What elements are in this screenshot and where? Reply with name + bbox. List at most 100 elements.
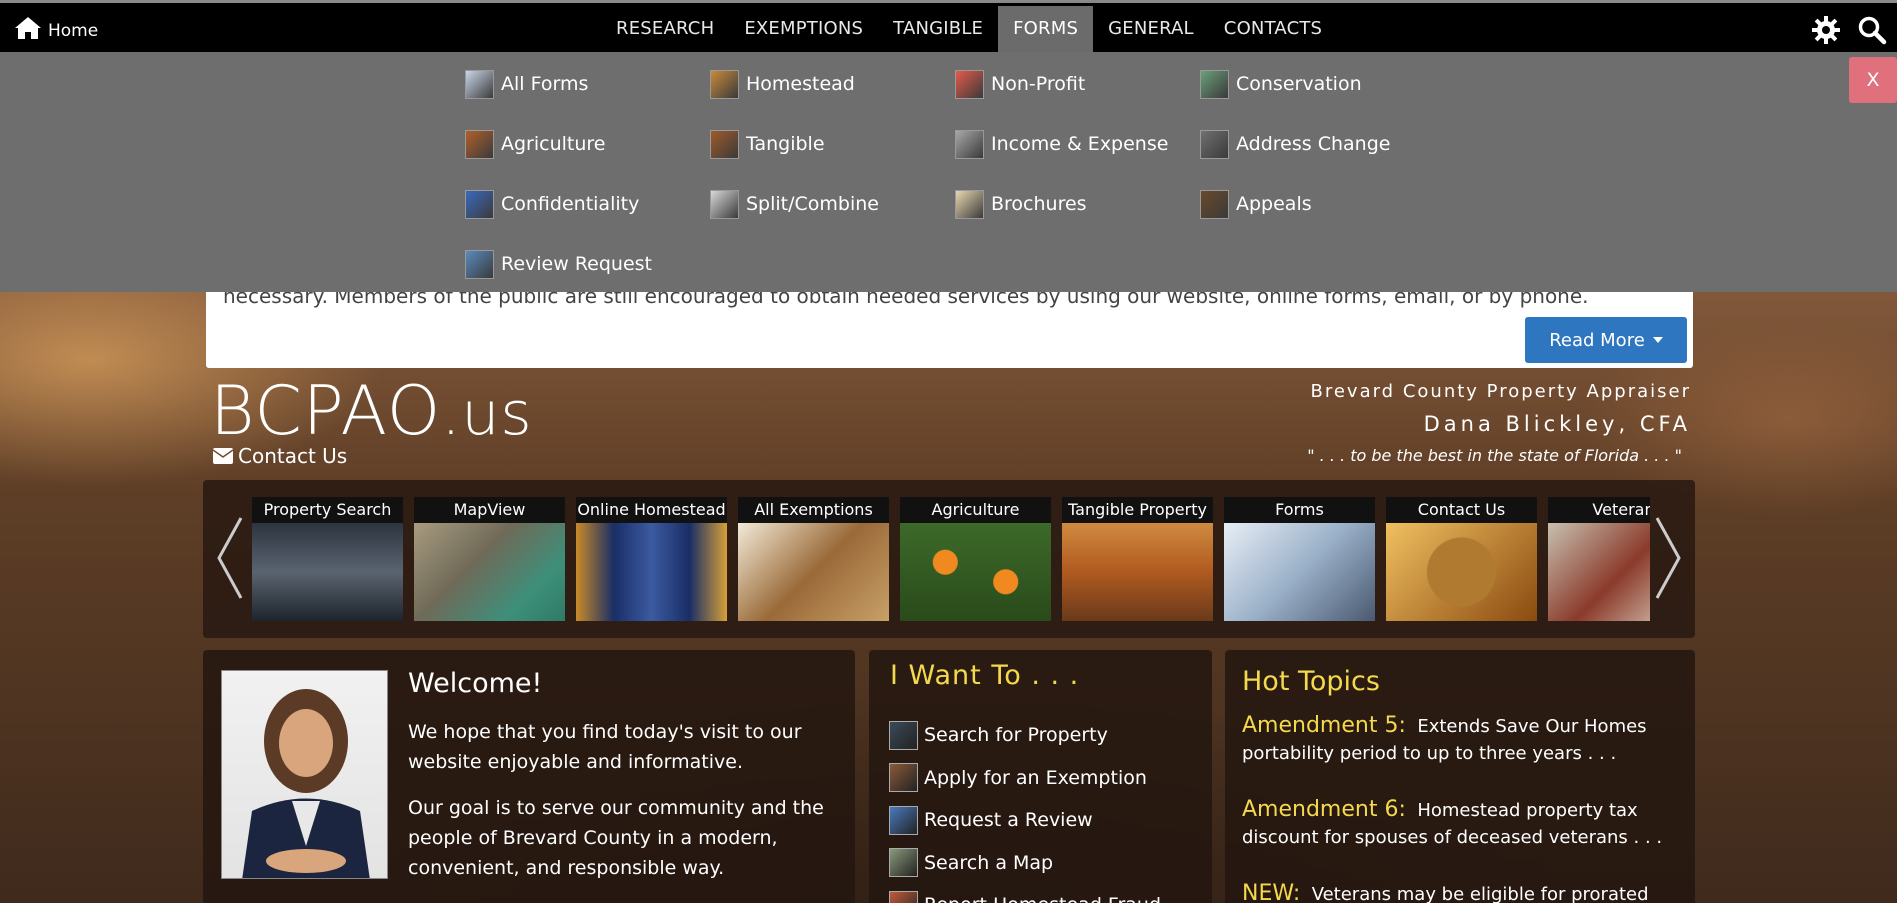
forms-menu-label: Address Change [1236,133,1391,155]
carousel-tile[interactable]: Contact Us [1386,497,1537,621]
forms-menu-label: Conservation [1236,73,1362,95]
carousel-tile-label: All Exemptions [738,497,889,523]
i-want-to-link[interactable]: Request a Review [889,799,1161,842]
all-forms-icon [465,69,494,99]
appeals-icon [1200,189,1229,219]
i-want-to-heading: I Want To . . . [890,660,1080,691]
carousel-tile[interactable]: Agriculture [900,497,1051,621]
link-thumbnail-icon [889,848,918,878]
i-want-to-label: Report Homestead Fraud [924,894,1161,903]
forms-menu-label: Agriculture [501,133,606,155]
carousel-tile[interactable]: Property Search [252,497,403,621]
income-expense-icon [955,129,984,159]
site-logo[interactable]: BCPAO.us [210,372,533,451]
forms-menu-item[interactable]: Brochures [955,186,1200,222]
carousel-next-button[interactable] [1649,508,1689,608]
i-want-to-link[interactable]: Report Homestead Fraud [889,884,1161,903]
read-more-button[interactable]: Read More [1525,317,1687,363]
caret-down-icon [1652,337,1663,343]
forms-menu-item[interactable]: Conservation [1200,66,1445,102]
carousel-tile-label: Contact Us [1386,497,1537,523]
hot-topic-item: Amendment 6: Homestead property tax disc… [1242,796,1682,851]
chevron-right-icon [1655,517,1681,599]
hot-topic-link[interactable]: NEW: [1242,881,1300,903]
forms-menu-item[interactable]: Confidentiality [465,186,710,222]
forms-menu-item[interactable]: Homestead [710,66,955,102]
forms-menu-item[interactable]: Split/Combine [710,186,955,222]
contact-us-link[interactable]: Contact Us [213,444,347,468]
forms-menu-label: Review Request [501,253,653,275]
forms-menu-item[interactable]: Tangible [710,126,955,162]
forms-menu-item[interactable]: Non-Profit [955,66,1200,102]
forms-menu-label: Non-Profit [991,73,1086,95]
forms-menu-grid: All Forms Homestead Non-Profit Conservation… [465,66,1445,306]
nav-forms[interactable]: FORMS [998,6,1094,52]
carousel-tile-label: Forms [1224,497,1375,523]
hot-topics-panel: Hot Topics Amendment 5: Extends Save Our… [1225,650,1695,903]
carousel-tile[interactable]: Forms [1224,497,1375,621]
forms-menu-label: Tangible [746,133,825,155]
carousel-tile-image [576,523,727,621]
nav-research[interactable]: RESEARCH [601,6,729,52]
forms-menu-item[interactable]: Appeals [1200,186,1445,222]
welcome-heading: Welcome! [408,668,543,699]
i-want-to-label: Request a Review [924,809,1093,832]
nav-general[interactable]: GENERAL [1093,6,1209,52]
i-want-to-label: Apply for an Exemption [924,766,1147,789]
non-profit-icon [955,69,984,99]
home-link[interactable]: Home [14,15,98,41]
hot-topic-link[interactable]: Amendment 6: [1242,797,1406,822]
forms-menu-label: All Forms [501,73,589,95]
gear-icon[interactable] [1811,15,1841,45]
carousel-tile[interactable]: All Exemptions [738,497,889,621]
i-want-to-link[interactable]: Search a Map [889,842,1161,885]
carousel-tile[interactable]: Veteran [1548,497,1650,621]
carousel-tile[interactable]: Online Homestead [576,497,727,621]
carousel-tile-image [1224,523,1375,621]
top-navbar: Home RESEARCH EXEMPTIONS TANGIBLE FORMS … [0,0,1897,52]
hot-topic-item: Amendment 5: Extends Save Our Homes port… [1242,712,1682,767]
quick-links-carousel: Property Search MapView Online Homestead Al… [203,480,1695,638]
forms-menu-label: Confidentiality [501,193,640,215]
carousel-tiles: Property Search MapView Online Homestead Al… [252,497,1650,621]
forms-menu-label: Homestead [746,73,855,95]
forms-menu-item[interactable]: Agriculture [465,126,710,162]
nav-tangible[interactable]: TANGIBLE [878,6,998,52]
address-change-icon [1200,129,1229,159]
tangible-icon [710,129,739,159]
appraiser-photo [221,670,388,879]
forms-menu-item[interactable]: All Forms [465,66,710,102]
carousel-tile-image [1386,523,1537,621]
carousel-tile-image [738,523,889,621]
link-thumbnail-icon [889,720,918,750]
welcome-paragraph-1: We hope that you find today's visit to o… [408,721,802,773]
split-combine-icon [710,189,739,219]
carousel-prev-button[interactable] [209,508,249,608]
forms-menu-item[interactable]: Review Request [465,246,710,282]
close-dropdown-button[interactable]: X [1849,57,1897,103]
hot-topic-link[interactable]: Amendment 5: [1242,713,1406,738]
review-request-icon [465,249,494,279]
nav-exemptions[interactable]: EXEMPTIONS [729,6,878,52]
carousel-tile[interactable]: MapView [414,497,565,621]
hot-topic-text: Veterans may be eligible for prorated [1311,884,1649,903]
nav-contacts[interactable]: CONTACTS [1209,6,1337,52]
link-thumbnail-icon [889,763,918,793]
motto: " . . . to be the best in the state of F… [1307,446,1682,465]
search-icon[interactable] [1857,15,1887,45]
forms-menu-label: Brochures [991,193,1087,215]
i-want-to-link[interactable]: Apply for an Exemption [889,757,1161,800]
contact-us-label: Contact Us [238,444,348,468]
carousel-tile[interactable]: Tangible Property [1062,497,1213,621]
link-thumbnail-icon [889,805,918,835]
envelope-icon [213,448,233,464]
forms-menu-item[interactable]: Income & Expense [955,126,1200,162]
i-want-to-link[interactable]: Search for Property [889,714,1161,757]
forms-menu-item[interactable]: Address Change [1200,126,1445,162]
carousel-tile-image [1548,523,1650,621]
home-icon [15,17,41,39]
carousel-tile-image [900,523,1051,621]
i-want-to-label: Search a Map [924,851,1054,874]
carousel-tile-image [252,523,403,621]
main-menu: RESEARCH EXEMPTIONS TANGIBLE FORMS GENER… [601,6,1337,52]
